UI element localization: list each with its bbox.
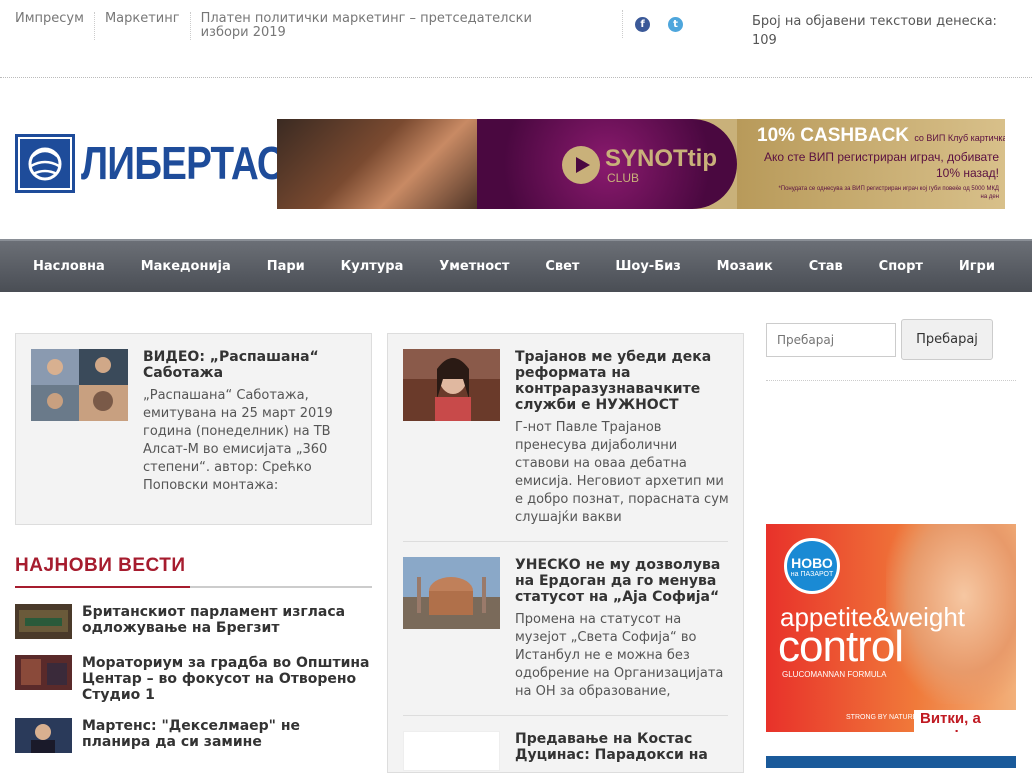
nav-item-sport[interactable]: Спорт: [879, 259, 923, 274]
nav-item-games[interactable]: Игри: [959, 259, 995, 274]
published-count-label: Број на објавени текстови денеска:: [752, 14, 997, 29]
news-title: Мораториум за градба во Општина Центар –…: [82, 655, 370, 703]
article-excerpt: Промена на статусот на музејот „Света Со…: [515, 612, 724, 699]
banner-ad[interactable]: SYNOTtip CLUB 10% CASHBACK со ВИП Клуб к…: [277, 119, 1005, 209]
nav-item-opinion[interactable]: Став: [809, 259, 843, 274]
news-title: Мартенс: "Декселмаер" не планира да си з…: [82, 718, 301, 750]
nav-item-home[interactable]: Насловна: [33, 259, 105, 274]
nav-item-money[interactable]: Пари: [267, 259, 305, 274]
nav-item-macedonia[interactable]: Македонија: [141, 259, 231, 274]
article-divider: [403, 541, 728, 542]
published-count-value: 109: [752, 33, 777, 48]
featured-title[interactable]: ВИДЕО: „Распашана“ Саботажа: [143, 349, 358, 381]
logo-emblem-icon: [15, 134, 75, 193]
sidebar-ad[interactable]: НОВО на ПАЗАРОТ appetite&weight control G…: [766, 524, 1016, 732]
top-links: Импресум Маркетинг Платен политички марк…: [15, 12, 590, 40]
ad-slogan: Витки, а сити!: [914, 710, 1016, 732]
sidebar-divider: [766, 380, 1016, 381]
nav-item-world[interactable]: Свет: [545, 259, 579, 274]
nav-item-art[interactable]: Уметност: [439, 259, 509, 274]
top-link-marketing[interactable]: Маркетинг: [93, 12, 190, 40]
article-divider: [403, 715, 728, 716]
banner-text: Ако сте ВИП регистриран играч, добивате …: [764, 150, 999, 180]
featured-excerpt: „Распашана“ Саботажа, емитувана на 25 ма…: [143, 388, 333, 493]
news-thumbnail: [15, 604, 72, 639]
banner-headline: 10% CASHBACK со ВИП Клуб картичка: [757, 125, 1005, 147]
news-thumbnail: [15, 718, 72, 753]
top-link-impressum[interactable]: Импресум: [15, 12, 94, 40]
article-thumbnail[interactable]: [403, 731, 500, 771]
banner-headline-sub: со ВИП Клуб картичка: [914, 133, 1005, 143]
news-thumbnail: [15, 655, 72, 690]
published-count: Број на објавени текстови денеска: 109: [752, 12, 1032, 50]
main-nav: Насловна Македонија Пари Култура Уметнос…: [0, 239, 1032, 292]
nav-item-culture[interactable]: Култура: [341, 259, 404, 274]
article-thumbnail[interactable]: [403, 349, 500, 421]
article-title[interactable]: Трајанов ме убеди дека реформата на конт…: [515, 349, 730, 413]
banner-brand: SYNOTtip: [605, 145, 717, 172]
banner-headline-text: 10% CASHBACK: [757, 125, 910, 146]
news-title: Британскиот парламент изгласа одложување…: [82, 604, 346, 636]
article-thumbnail[interactable]: [403, 557, 500, 629]
banner-photo: [277, 119, 507, 209]
search-button[interactable]: Пребарај: [901, 319, 993, 360]
latest-news-title: НАЈНОВИ ВЕСТИ: [15, 555, 186, 576]
twitter-icon[interactable]: t: [668, 17, 683, 32]
ad-new-badge: НОВО на ПАЗАРОТ: [784, 538, 840, 594]
ad-badge-sub: на ПАЗАРОТ: [790, 571, 834, 578]
banner-fine-print: *Понудата се однесува за ВИП регистриран…: [778, 186, 999, 200]
banner-brand-sub: CLUB: [607, 171, 640, 185]
sidebar-ad-2[interactable]: [766, 756, 1016, 768]
section-divider: [180, 586, 372, 588]
facebook-icon[interactable]: f: [635, 17, 650, 32]
article-title[interactable]: УНЕСКО не му дозволува на Ердоган да го …: [515, 557, 730, 605]
top-link-political-marketing[interactable]: Платен политички маркетинг – претседател…: [189, 12, 590, 40]
search-input[interactable]: [766, 323, 896, 357]
nav-item-showbiz[interactable]: Шоу-Биз: [615, 259, 680, 274]
article-excerpt: Г-нот Павле Трајанов пренесува дијаболич…: [515, 420, 729, 525]
social-links: f t: [622, 10, 683, 38]
top-bar: Импресум Маркетинг Платен политички марк…: [0, 0, 1032, 78]
article-title[interactable]: Предавање на Костас Дуцинас: Парадокси н…: [515, 731, 730, 763]
play-icon: [562, 146, 600, 184]
logo-text: ЛИБЕРТАС: [81, 137, 285, 189]
ad-line3: GLUCOMANNAN FORMULA: [782, 670, 887, 679]
section-underline: [15, 586, 190, 588]
ad-badge-top: НОВО: [791, 555, 833, 571]
featured-thumbnail[interactable]: [31, 349, 128, 421]
ad-brand: STRONG BY NATURE: [846, 714, 918, 721]
ad-line2: control: [778, 622, 904, 671]
nav-item-mosaic[interactable]: Мозаик: [717, 259, 773, 274]
